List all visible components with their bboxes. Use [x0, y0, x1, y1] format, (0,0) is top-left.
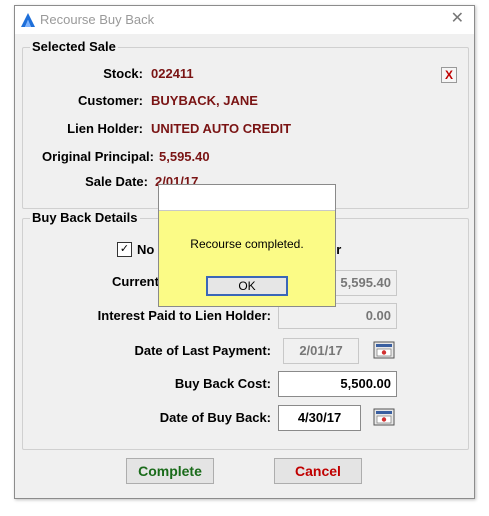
no-payment-checkbox[interactable]: ✓: [117, 242, 132, 257]
original-principal-value: 5,595.40: [159, 149, 210, 164]
last-payment-label: Date of Last Payment:: [134, 343, 271, 358]
buy-back-date-label: Date of Buy Back:: [159, 410, 271, 425]
lien-holder-label: Lien Holder:: [67, 121, 143, 136]
stock-value: 022411: [151, 66, 194, 81]
message-text: Recourse completed.: [190, 237, 304, 251]
interest-paid-label: Interest Paid to Lien Holder:: [97, 308, 271, 323]
customer-label: Customer:: [77, 93, 143, 108]
buy-back-cost-label: Buy Back Cost:: [174, 376, 271, 391]
app-logo-icon: [21, 13, 35, 27]
customer-value: BUYBACK, JANE: [151, 93, 258, 108]
checkbox-label-left: No: [137, 242, 155, 257]
complete-button[interactable]: Complete: [126, 458, 214, 484]
window-title: Recourse Buy Back: [40, 12, 155, 27]
buy-back-details-legend: Buy Back Details: [30, 210, 140, 225]
selected-sale-legend: Selected Sale: [30, 39, 118, 54]
message-dialog: Recourse completed. OK: [158, 184, 336, 307]
buy-back-cost-field[interactable]: 5,500.00: [278, 371, 397, 397]
cancel-button[interactable]: Cancel: [274, 458, 362, 484]
original-principal-label: Original Principal:: [42, 149, 154, 164]
last-payment-date-field[interactable]: 2/01/17: [283, 338, 359, 364]
ok-button[interactable]: OK: [206, 276, 288, 296]
message-dialog-title-bar: [159, 185, 335, 211]
current-balance-field[interactable]: 5,595.40: [333, 270, 397, 296]
current-label: Current: [112, 274, 159, 289]
lien-holder-value: UNITED AUTO CREDIT: [151, 121, 292, 136]
calendar-icon[interactable]: [373, 408, 395, 426]
buy-back-date-field[interactable]: 4/30/17: [278, 405, 361, 431]
remove-sale-button[interactable]: X: [441, 67, 457, 83]
calendar-icon[interactable]: [373, 341, 395, 359]
sale-date-label: Sale Date:: [85, 174, 148, 189]
close-icon[interactable]: ✕: [451, 10, 464, 28]
stock-label: Stock:: [103, 66, 143, 81]
title-bar: Recourse Buy Back ✕: [15, 6, 474, 34]
